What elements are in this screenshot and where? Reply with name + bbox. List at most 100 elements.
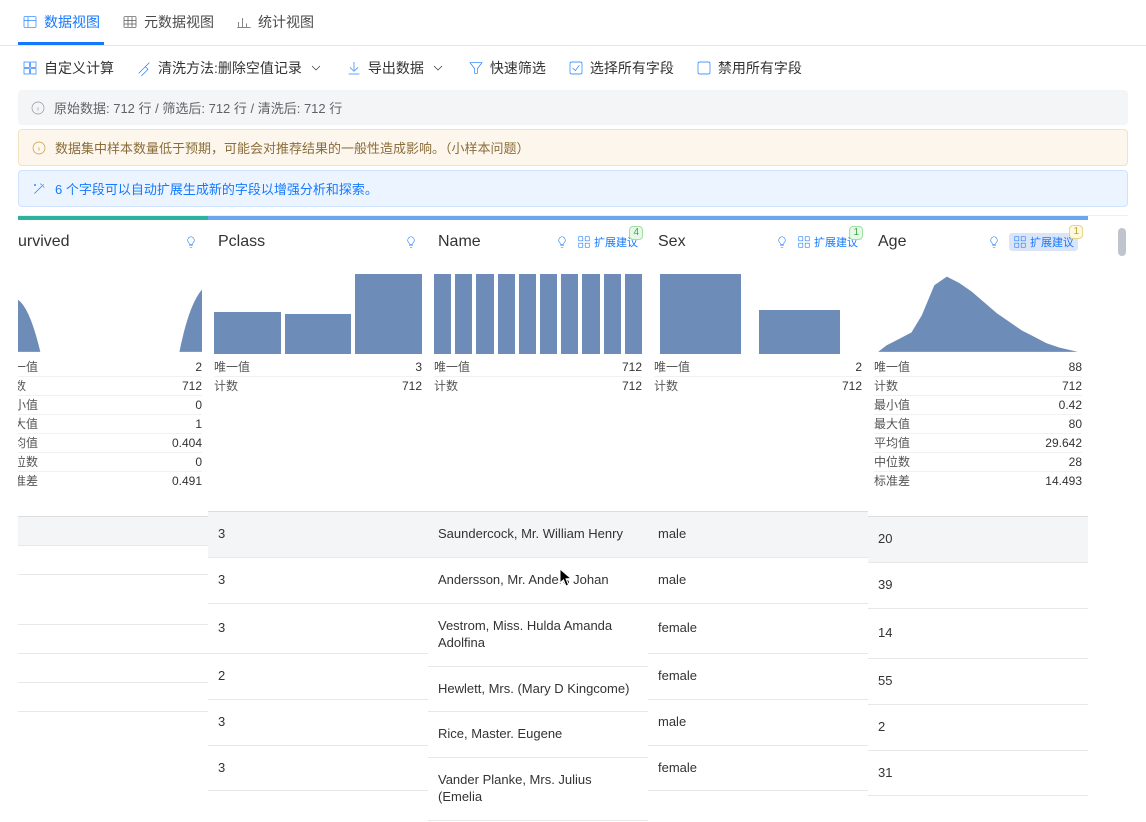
column-mini-chart [648, 264, 868, 356]
lightbulb-icon[interactable] [775, 235, 789, 249]
table-icon [22, 14, 38, 30]
data-cell[interactable]: 2 [868, 705, 1088, 751]
stat-label: 唯一值 [874, 358, 910, 376]
data-cell[interactable]: Rice, Master. Eugene [428, 712, 648, 758]
tab-metadata-view[interactable]: 元数据视图 [118, 6, 218, 45]
stat-value: 2 [855, 358, 862, 376]
stat-value: 712 [622, 377, 642, 395]
data-cell[interactable]: Hewlett, Mrs. (Mary D Kingcome) [428, 667, 648, 713]
expand-suggest-button[interactable]: 扩展建议4 [577, 234, 638, 250]
column-stats: 唯一值2计数712 [648, 356, 868, 397]
stat-row: 小值0 [18, 395, 202, 414]
data-cell[interactable]: male [648, 558, 868, 604]
disable-all-fields-button[interactable]: 禁用所有字段 [696, 58, 802, 78]
column-actions: 扩展建议4 [555, 234, 638, 250]
wand-icon [31, 181, 47, 197]
chevron-down-icon [430, 60, 446, 76]
stat-row: 平均值29.642 [874, 433, 1082, 452]
checkbox-empty-icon [696, 60, 712, 76]
toolbar-label: 选择所有字段 [590, 58, 674, 78]
tab-data-view[interactable]: 数据视图 [18, 6, 104, 45]
banner-text: 数据集中样本数量低于预期，可能会对推荐结果的一般性造成影响。（小样本问题） [55, 138, 530, 157]
data-cell[interactable] [18, 546, 208, 575]
data-cell[interactable]: male [648, 512, 868, 558]
stat-value: 712 [622, 358, 642, 376]
data-cell[interactable]: Andersson, Mr. Anders Johan [428, 558, 648, 604]
data-cell[interactable] [18, 683, 208, 712]
lightbulb-icon[interactable] [184, 235, 198, 249]
column-data-rows: 20391455231 [868, 516, 1088, 796]
chevron-down-icon [308, 60, 324, 76]
stat-label: 位数 [18, 453, 38, 471]
clean-method-button[interactable]: 清洗方法:删除空值记录 [136, 58, 324, 78]
data-cell[interactable]: Vander Planke, Mrs. Julius (Emelia [428, 758, 648, 821]
stat-row: 准差0.491 [18, 471, 202, 490]
lightbulb-icon[interactable] [555, 235, 569, 249]
data-cell[interactable] [18, 654, 208, 683]
stat-value: 3 [415, 358, 422, 376]
stat-value: 28 [1069, 453, 1082, 471]
checkbox-checked-icon [568, 60, 584, 76]
data-cell[interactable] [18, 575, 208, 625]
stat-label: 数 [18, 377, 26, 395]
stat-value: 1 [195, 415, 202, 433]
tab-stats-view[interactable]: 统计视图 [232, 6, 318, 45]
expand-suggest-button[interactable]: 扩展建议1 [797, 234, 858, 250]
data-cell[interactable]: Saundercock, Mr. William Henry [428, 512, 648, 558]
column-actions [404, 235, 418, 249]
data-cell[interactable]: male [648, 700, 868, 746]
stat-value: 2 [195, 358, 202, 376]
data-cell[interactable]: 3 [208, 746, 428, 792]
stat-row: 计数712 [654, 376, 862, 395]
expand-suggest-button[interactable]: 扩展建议1 [1009, 233, 1078, 251]
download-icon [346, 60, 362, 76]
stat-label: 小值 [18, 396, 38, 414]
data-cell[interactable]: 3 [208, 604, 428, 654]
column-title: Name [438, 233, 481, 251]
column-header[interactable]: Name 扩展建议4 [428, 220, 648, 264]
data-cell[interactable]: 2 [208, 654, 428, 700]
scrollbar-handle[interactable] [1118, 228, 1126, 256]
quick-filter-button[interactable]: 快速筛选 [468, 58, 546, 78]
data-cell[interactable] [18, 517, 208, 546]
toolbar-label: 自定义计算 [44, 58, 114, 78]
stat-label: 最大值 [874, 415, 910, 433]
lightbulb-icon[interactable] [404, 235, 418, 249]
grid-icon [122, 14, 138, 30]
data-cell[interactable]: 3 [208, 558, 428, 604]
column-stats: 唯一值88计数712最小值0.42最大值80平均值29.642中位数28标准差1… [868, 356, 1088, 492]
stat-value: 88 [1069, 358, 1082, 376]
data-cell[interactable]: female [648, 604, 868, 654]
stat-value: 0.404 [172, 434, 202, 452]
data-cell[interactable] [18, 625, 208, 654]
data-cell[interactable]: 39 [868, 563, 1088, 609]
column-header[interactable]: Sex扩展建议1 [648, 220, 868, 264]
tab-label: 数据视图 [44, 12, 100, 32]
stat-value: 29.642 [1045, 434, 1082, 452]
toolbar-label: 快速筛选 [490, 58, 546, 78]
select-all-fields-button[interactable]: 选择所有字段 [568, 58, 674, 78]
column-header[interactable]: Pclass [208, 220, 428, 264]
data-cell[interactable]: 14 [868, 609, 1088, 659]
tip-banner[interactable]: 6 个字段可以自动扩展生成新的字段以增强分析和探索。 [18, 170, 1128, 207]
data-cell[interactable]: 20 [868, 517, 1088, 563]
stat-label: 计数 [654, 377, 678, 395]
stat-row: 大值1 [18, 414, 202, 433]
data-cell[interactable]: 55 [868, 659, 1088, 705]
data-cell[interactable]: female [648, 746, 868, 792]
lightbulb-icon[interactable] [987, 235, 1001, 249]
column-actions: 扩展建议1 [987, 233, 1078, 251]
badge-count: 1 [849, 226, 863, 240]
data-cell[interactable]: 3 [208, 700, 428, 746]
data-cell[interactable]: Vestrom, Miss. Hulda Amanda Adolfina [428, 604, 648, 667]
export-data-button[interactable]: 导出数据 [346, 58, 446, 78]
column-header[interactable]: urvived [18, 220, 208, 264]
custom-calc-button[interactable]: 自定义计算 [22, 58, 114, 78]
column-actions: 扩展建议1 [775, 234, 858, 250]
data-cell[interactable]: 3 [208, 512, 428, 558]
data-cell[interactable]: 31 [868, 751, 1088, 797]
stat-label: 唯一值 [214, 358, 250, 376]
column-header[interactable]: Age扩展建议1 [868, 220, 1088, 264]
stat-row: 唯一值 3 [214, 358, 422, 376]
data-cell[interactable]: female [648, 654, 868, 700]
